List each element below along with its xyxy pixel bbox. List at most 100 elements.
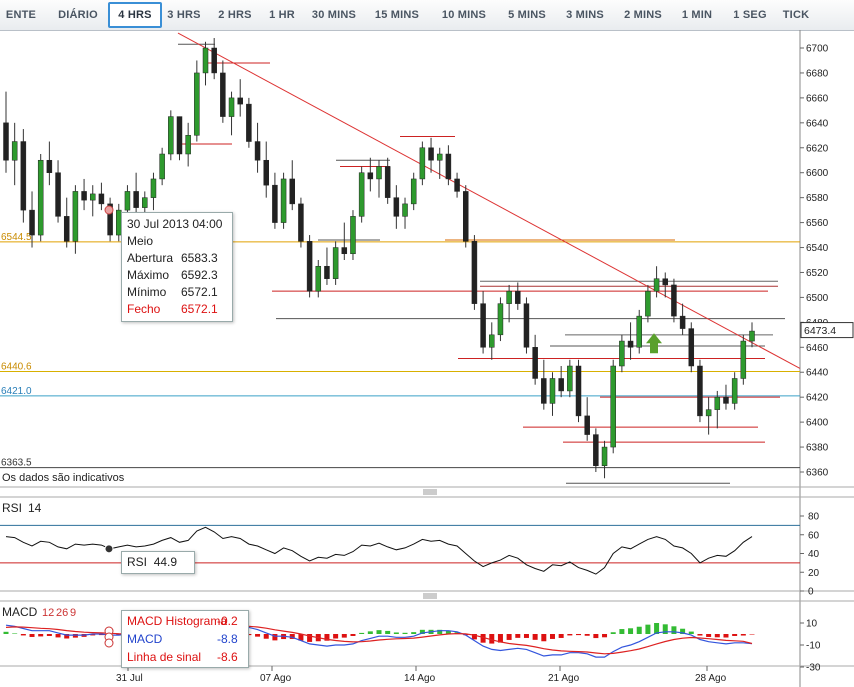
macd-histogram-bar [411, 632, 417, 634]
macd-histogram-bar [567, 634, 573, 636]
timeframe-ente[interactable]: ENTE [0, 3, 42, 27]
candle-body [289, 178, 296, 205]
candle-body [610, 365, 616, 448]
candle-body [671, 284, 677, 317]
candle-body [705, 409, 712, 417]
candle-body [89, 193, 96, 201]
candle-body [532, 347, 538, 379]
rsi-hover-marker [104, 544, 114, 554]
level-label: 6544.5 [1, 232, 32, 243]
candle-body [350, 216, 356, 255]
timeframe-5-mins[interactable]: 5 MINS [499, 3, 555, 27]
price-tick-label: 6380 [806, 443, 829, 454]
rsi-tick-label: 0 [808, 587, 814, 598]
timeframe-tick[interactable]: TICK [776, 3, 816, 27]
macd-histogram-bar [732, 634, 738, 636]
price-tick-label: 6640 [806, 118, 829, 129]
candle-body [384, 166, 391, 198]
candle-body [515, 290, 521, 304]
candle-body [202, 47, 209, 74]
candle-body [462, 191, 469, 242]
candle-body [627, 340, 634, 348]
macd-histogram-bar [740, 634, 746, 636]
macd-histogram-bar [367, 631, 373, 634]
macd-histogram-bar [549, 634, 555, 639]
macd-histogram-bar [671, 626, 677, 634]
candle-body [194, 72, 200, 136]
timeframe-15-mins[interactable]: 15 MINS [366, 3, 428, 27]
candle-body [471, 241, 478, 304]
candle-body [567, 365, 573, 392]
macd-histogram-bar [706, 634, 712, 637]
candle-body [523, 303, 530, 348]
candle-body [315, 265, 322, 292]
macd-histogram-bar [29, 634, 35, 637]
candle-body [306, 241, 313, 292]
macd-histogram-bar [20, 634, 26, 636]
ohlc-tooltip: 30 Jul 2013 04:00 Meio Abertura 6583.3 Má… [121, 212, 233, 322]
candle-body [662, 278, 669, 286]
macd-histogram-bar [636, 626, 642, 634]
macd-histogram-bar [376, 630, 382, 634]
candle-body [124, 191, 131, 211]
level-label: 6363.5 [1, 458, 32, 469]
candle-body [272, 184, 278, 223]
macd-tick-label: -30 [806, 663, 821, 674]
timeframe-4-hrs[interactable]: 4 HRS [108, 2, 162, 28]
candle-body [731, 378, 738, 404]
candle-body [220, 72, 226, 117]
macd-histogram-bar [602, 634, 608, 638]
candle-body [497, 303, 504, 336]
candle-body [367, 172, 374, 180]
macd-histogram-bar [523, 634, 529, 638]
disclaimer-text: Os dados são indicativos [2, 472, 125, 484]
level-label: 6440.6 [1, 361, 32, 372]
macd-histogram-bar [593, 634, 599, 639]
price-chart[interactable]: 6700 6680 6660 6640 6620 6600 6580 6560 6540 6520… [0, 30, 854, 687]
candle-body [142, 197, 148, 208]
macd-histogram-bar [645, 624, 651, 634]
macd-line-value: -8.8 [217, 632, 238, 646]
candle-body [376, 166, 382, 180]
candle-body [46, 159, 53, 173]
macd-param: 9 [70, 607, 76, 619]
macd-histogram-bar [749, 634, 755, 635]
timeframe-diário[interactable]: DIÁRIO [50, 3, 106, 27]
tooltip-close-label: Fecho [127, 302, 161, 316]
x-tick-label: 14 Ago [404, 673, 436, 684]
tooltip-low-value: 6572.1 [181, 285, 218, 299]
price-tick-label: 6700 [806, 44, 829, 55]
macd-histogram-bar [714, 634, 720, 638]
candle-body [237, 97, 243, 105]
candle-body [63, 216, 70, 242]
candle-body [393, 197, 400, 217]
macd-histogram-bar [38, 634, 44, 637]
price-tick-label: 6460 [806, 343, 829, 354]
level-label: 6421.0 [1, 386, 32, 397]
macd-histogram-bar [558, 634, 564, 638]
timeframe-1-seg[interactable]: 1 SEG [724, 3, 776, 27]
macd-histogram-bar [576, 634, 582, 636]
timeframe-2-hrs[interactable]: 2 HRS [210, 3, 260, 27]
timeframe-toolbar: ENTE DIÁRIO 4 HRS 3 HRS 2 HRS 1 HR 30 MINS 15 M… [0, 0, 854, 31]
candle-body [72, 191, 79, 242]
candle-body [98, 193, 105, 205]
tooltip-high-value: 6592.3 [181, 268, 218, 282]
macd-histogram-bar [341, 634, 347, 638]
rsi-period: 14 [28, 501, 42, 515]
timeframe-2-mins[interactable]: 2 MINS [615, 3, 671, 27]
macd-histogram-bar [619, 629, 625, 634]
candle-body [584, 415, 590, 435]
rsi-title: RSI [2, 501, 22, 515]
timeframe-1-min[interactable]: 1 MIN [673, 3, 721, 27]
rsi-tick-label: 20 [808, 568, 820, 579]
timeframe-10-mins[interactable]: 10 MINS [432, 3, 496, 27]
timeframe-1-hr[interactable]: 1 HR [262, 3, 302, 27]
timeframe-30-mins[interactable]: 30 MINS [306, 3, 362, 27]
timeframe-3-hrs[interactable]: 3 HRS [160, 3, 208, 27]
candle-body [740, 340, 747, 379]
candle-body [679, 315, 686, 329]
rsi-tick-label: 60 [808, 530, 820, 541]
timeframe-3-mins[interactable]: 3 MINS [557, 3, 613, 27]
candle-body [636, 315, 642, 348]
